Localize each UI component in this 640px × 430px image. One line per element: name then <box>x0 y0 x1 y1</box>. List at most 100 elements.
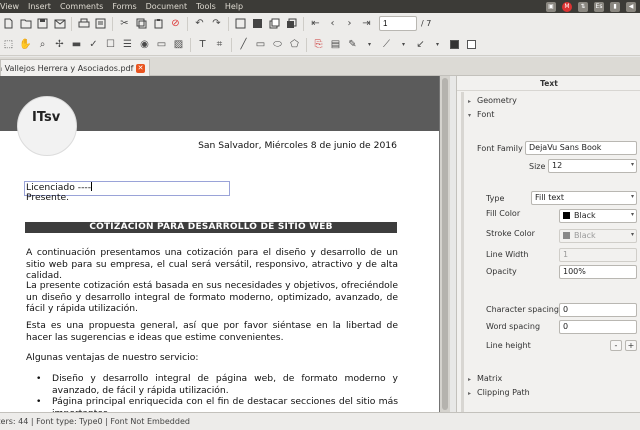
date-line[interactable]: San Salvador, Miércoles 8 de junio de 20… <box>198 140 397 152</box>
chevron-down-icon: ▾ <box>630 161 634 168</box>
bring-forward-icon[interactable] <box>249 15 266 32</box>
greeting-line-2[interactable]: Presente. <box>26 192 69 204</box>
send-to-back-icon[interactable] <box>266 15 283 32</box>
section-clipping-path[interactable]: Clipping Path <box>477 388 530 397</box>
section-heading[interactable]: COTIZACIÓN PARA DESARROLLO DE SITIO WEB <box>25 222 397 233</box>
zoom-tool-icon[interactable]: ⌕ <box>34 36 51 53</box>
document-tab[interactable]: n Vallejos Herrera y Asociados.pdf ✕ <box>0 59 150 76</box>
expand-arrow-icon[interactable]: ▸ <box>468 98 471 105</box>
list-item[interactable]: Diseño y desarrollo integral de página w… <box>26 373 398 396</box>
arrow-style-icon[interactable]: ↙ <box>412 36 429 53</box>
font-family-field[interactable]: DejaVu Sans Book <box>525 141 637 155</box>
pdf-page[interactable]: ITsv San Salvador, Miércoles 8 de junio … <box>0 76 439 412</box>
line-height-increase-button[interactable]: + <box>625 340 637 351</box>
section-geometry[interactable]: Geometry <box>477 96 517 105</box>
menu-tools[interactable]: Tools <box>195 2 216 11</box>
expand-arrow-icon[interactable]: ▸ <box>468 390 471 397</box>
close-tab-icon[interactable]: ✕ <box>136 64 145 73</box>
listbox-tool-icon[interactable]: ☰ <box>119 36 136 53</box>
list-item[interactable]: Página principal enriquecida con el fin … <box>26 396 398 412</box>
save-icon[interactable] <box>34 15 51 32</box>
undo-icon[interactable]: ↶ <box>191 15 208 32</box>
expand-arrow-icon[interactable]: ▸ <box>468 376 471 383</box>
vertical-scrollbar[interactable] <box>440 76 450 412</box>
checkbox-tool-icon[interactable]: ✓ <box>85 36 102 53</box>
line-style-icon[interactable]: ⟋ <box>378 36 395 53</box>
form-field-icon[interactable]: ▬ <box>68 36 85 53</box>
paragraph-4[interactable]: Algunas ventajas de nuestro servicio: <box>26 352 398 364</box>
tray-mail-icon[interactable]: M <box>562 1 572 12</box>
menu-help[interactable]: Help <box>224 2 243 11</box>
paragraph-1[interactable]: A continuación presentamos una cotizació… <box>26 247 398 282</box>
paste-icon[interactable] <box>150 15 167 32</box>
toolbar-separator <box>306 37 307 52</box>
bring-to-front-icon[interactable] <box>283 15 300 32</box>
rectangle-tool-icon[interactable]: ▭ <box>252 36 269 53</box>
crop-tool-icon[interactable]: ⌗ <box>211 36 228 53</box>
opacity-spinner[interactable]: 100% <box>559 265 637 279</box>
menu-forms[interactable]: Forms <box>111 2 136 11</box>
send-backward-icon[interactable] <box>232 15 249 32</box>
select-tool-icon[interactable]: ⬚ <box>0 36 17 53</box>
open-folder-icon[interactable] <box>17 15 34 32</box>
scrollbar-thumb[interactable] <box>442 78 448 410</box>
type-dropdown[interactable]: Fill text ▾ <box>531 191 637 205</box>
tray-keyboard-icon[interactable]: Es <box>594 1 604 12</box>
stroke-color-label: Stroke Color <box>486 229 535 238</box>
textfield-tool-icon[interactable]: ☐ <box>102 36 119 53</box>
tray-battery-icon[interactable]: ▮ <box>610 1 620 12</box>
previous-page-icon[interactable]: ‹ <box>324 15 341 32</box>
character-spacing-spinner[interactable]: 0 <box>559 303 637 317</box>
dropdown-arrow-icon[interactable]: ▾ <box>361 36 378 53</box>
toolbar-separator <box>187 16 188 31</box>
tray-app-icon[interactable]: ▣ <box>546 1 556 12</box>
document-view[interactable]: ITsv San Salvador, Miércoles 8 de junio … <box>0 76 450 412</box>
image-tool-icon[interactable]: ▨ <box>170 36 187 53</box>
button-tool-icon[interactable]: ▭ <box>153 36 170 53</box>
ellipse-tool-icon[interactable]: ⬭ <box>269 36 286 53</box>
stamp-tool-icon[interactable]: ⎘ <box>310 36 327 53</box>
highlight-tool-icon[interactable]: ▤ <box>327 36 344 53</box>
tray-network-icon[interactable]: ⇅ <box>578 1 588 12</box>
menu-insert[interactable]: Insert <box>27 2 51 11</box>
font-family-label: Font Family <box>477 144 523 153</box>
first-page-icon[interactable]: ⇤ <box>307 15 324 32</box>
paragraph-2[interactable]: La presente cotización está basada en su… <box>26 280 398 315</box>
fill-color-picker[interactable]: Black ▾ <box>559 209 637 223</box>
next-page-icon[interactable]: › <box>341 15 358 32</box>
last-page-icon[interactable]: ⇥ <box>358 15 375 32</box>
size-field[interactable]: 12 ▾ <box>548 159 637 173</box>
collapse-arrow-icon[interactable]: ▾ <box>468 112 471 119</box>
new-document-icon[interactable] <box>0 15 17 32</box>
section-matrix[interactable]: Matrix <box>477 374 502 383</box>
line-height-decrease-button[interactable]: - <box>610 340 622 351</box>
section-font[interactable]: Font <box>477 110 494 119</box>
page-number-input[interactable] <box>379 16 417 31</box>
menu-view[interactable]: View <box>0 2 19 11</box>
radio-tool-icon[interactable]: ◉ <box>136 36 153 53</box>
email-icon[interactable] <box>51 15 68 32</box>
print-preview-icon[interactable] <box>92 15 109 32</box>
dropdown-arrow-icon[interactable]: ▾ <box>429 36 446 53</box>
line-tool-icon[interactable]: ╱ <box>235 36 252 53</box>
paragraph-3[interactable]: Esta es una propuesta general, así que p… <box>26 320 398 343</box>
toolbar-separator <box>112 16 113 31</box>
stroke-color-icon[interactable] <box>463 36 480 53</box>
menu-comments[interactable]: Comments <box>59 2 103 11</box>
copy-icon[interactable] <box>133 15 150 32</box>
delete-icon[interactable]: ⊘ <box>167 15 184 32</box>
pen-color-icon[interactable]: ✎ <box>344 36 361 53</box>
redo-icon[interactable]: ↷ <box>208 15 225 32</box>
word-spacing-spinner[interactable]: 0 <box>559 320 637 334</box>
polygon-tool-icon[interactable]: ⬠ <box>286 36 303 53</box>
text-tool-icon[interactable]: T <box>194 36 211 53</box>
panel-scrollbar[interactable] <box>461 92 464 412</box>
dropdown-arrow-icon[interactable]: ▾ <box>395 36 412 53</box>
hand-tool-icon[interactable]: ✋ <box>17 36 34 53</box>
fill-color-icon[interactable] <box>446 36 463 53</box>
menu-document[interactable]: Document <box>145 2 187 11</box>
tray-sound-icon[interactable]: ◀ <box>626 1 636 12</box>
edit-tool-icon[interactable]: ✢ <box>51 36 68 53</box>
print-icon[interactable] <box>75 15 92 32</box>
cut-icon[interactable]: ✂ <box>116 15 133 32</box>
